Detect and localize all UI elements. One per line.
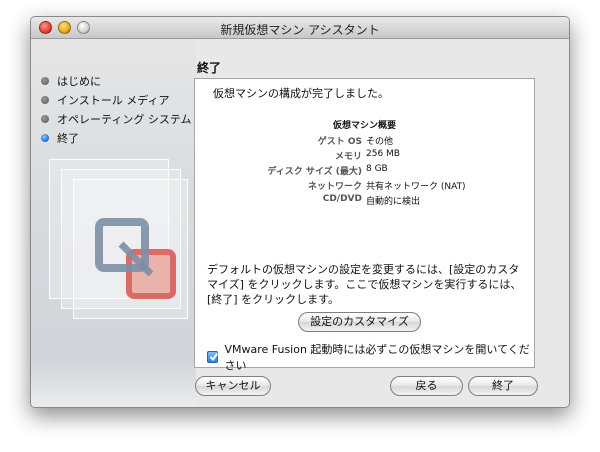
- step-label: 終了: [57, 131, 79, 145]
- artwork-reflection: [31, 359, 196, 407]
- step-operating-system: オペレーティング システム: [41, 109, 201, 128]
- step-label: はじめに: [57, 74, 101, 88]
- checkbox-label: VMware Fusion 起動時には必ずこの仮想マシンを開いてください: [224, 343, 530, 372]
- vmware-logo-icon: [95, 218, 176, 299]
- summary-row: ディスク サイズ (最大) 8 GB: [195, 164, 534, 179]
- step-label: オペレーティング システム: [57, 112, 192, 126]
- title-bar[interactable]: 新規仮想マシン アシスタント: [31, 17, 569, 39]
- summary-value: 8 GB: [366, 164, 388, 174]
- step-install-media: インストール メディア: [41, 90, 201, 109]
- step-bullet-icon: [41, 76, 49, 85]
- step-active-bullet-icon: [41, 133, 49, 142]
- summary-row: CD/DVD 自動的に検出: [195, 194, 534, 209]
- step-bullet-icon: [41, 95, 49, 104]
- open-at-launch-checkbox[interactable]: [207, 351, 219, 363]
- summary-value: 共有ネットワーク (NAT): [366, 182, 466, 192]
- summary-row: メモリ 256 MB: [195, 149, 534, 164]
- summary-key: ゲスト OS: [317, 137, 362, 147]
- summary-key: CD/DVD: [322, 194, 362, 204]
- window-title: 新規仮想マシン アシスタント: [220, 23, 380, 37]
- summary-value: 自動的に検出: [366, 197, 421, 207]
- customize-settings-button[interactable]: 設定のカスタマイズ: [298, 312, 421, 332]
- step-label: インストール メディア: [57, 93, 170, 107]
- description-text: デフォルトの仮想マシンの設定を変更するには、[設定のカスタマイズ] をクリックし…: [207, 263, 522, 306]
- checkmark-icon: [209, 352, 219, 362]
- assistant-window: 新規仮想マシン アシスタント はじめに インストール メディア オペレーティング…: [30, 16, 570, 408]
- summary-table: ゲスト OS その他 メモリ 256 MB ディスク サイズ (最大) 8 GB…: [195, 134, 534, 209]
- summary-title: 仮想マシン概要: [332, 121, 396, 131]
- step-bullet-icon: [41, 114, 49, 123]
- summary-key: ディスク サイズ (最大): [267, 167, 362, 177]
- summary-value: その他: [366, 137, 394, 147]
- summary-key: ネットワーク: [307, 182, 362, 192]
- finish-button[interactable]: 終了: [468, 376, 538, 396]
- summary-key: メモリ: [334, 152, 362, 162]
- intro-text: 仮想マシンの構成が完了しました。: [213, 87, 389, 100]
- step-introduction: はじめに: [41, 71, 201, 90]
- cancel-button[interactable]: キャンセル: [195, 376, 271, 396]
- open-at-launch-option[interactable]: VMware Fusion 起動時には必ずこの仮想マシンを開いてください: [207, 341, 534, 373]
- summary-value: 256 MB: [366, 149, 400, 159]
- steps-list: はじめに インストール メディア オペレーティング システム 終了: [41, 71, 201, 147]
- summary-row: ゲスト OS その他: [195, 134, 534, 149]
- content-panel: 仮想マシンの構成が完了しました。 仮想マシン概要 ゲスト OS その他 メモリ …: [194, 78, 535, 372]
- step-finish: 終了: [41, 128, 201, 147]
- back-button[interactable]: 戻る: [390, 376, 463, 396]
- summary-row: ネットワーク 共有ネットワーク (NAT): [195, 179, 534, 194]
- page-title: 終了: [197, 61, 222, 75]
